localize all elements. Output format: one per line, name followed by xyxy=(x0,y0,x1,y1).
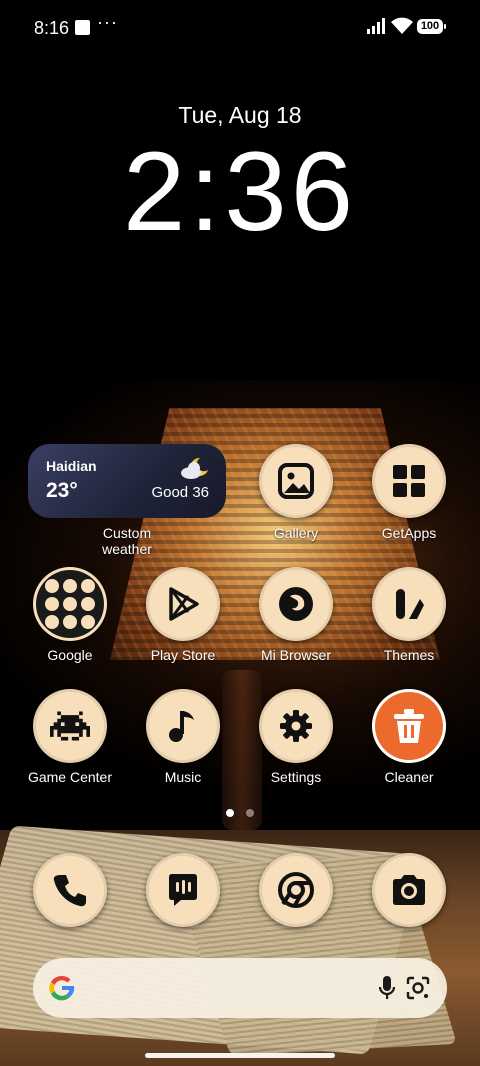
mi-browser-icon xyxy=(279,587,313,621)
settings-label: Settings xyxy=(270,769,322,785)
getapps-app[interactable] xyxy=(372,444,446,518)
messages-app[interactable] xyxy=(146,853,220,927)
space-invader-icon xyxy=(50,711,90,741)
play-store-app[interactable] xyxy=(146,567,220,641)
google-label: Google xyxy=(47,647,93,663)
google-lens-icon[interactable] xyxy=(405,975,431,1001)
music-app[interactable] xyxy=(146,689,220,763)
status-bar: 8:16 ··· 100 xyxy=(0,0,480,56)
gallery-app[interactable] xyxy=(259,444,333,518)
settings-app[interactable] xyxy=(259,689,333,763)
mi-browser-label: Mi Browser xyxy=(260,647,331,663)
home-indicator[interactable] xyxy=(145,1053,335,1058)
play-store-icon xyxy=(169,587,199,621)
google-logo-icon xyxy=(49,975,75,1001)
music-note-icon xyxy=(169,711,194,742)
weather-widget[interactable]: Haidian 23° Good 36 xyxy=(28,444,226,518)
themes-label: Themes xyxy=(383,647,435,663)
chrome-app[interactable] xyxy=(259,853,333,927)
play-store-label: Play Store xyxy=(150,647,216,663)
google-folder-grid-icon xyxy=(45,579,95,629)
weather-city: Haidian xyxy=(46,458,97,474)
google-folder[interactable] xyxy=(33,567,107,641)
game-center-app[interactable] xyxy=(33,689,107,763)
mi-browser-app[interactable] xyxy=(259,567,333,641)
game-center-label: Game Center xyxy=(27,769,113,785)
cleaner-label: Cleaner xyxy=(384,769,434,785)
phone-app[interactable] xyxy=(33,853,107,927)
clock-widget[interactable]: 2:36 xyxy=(0,132,480,252)
camera-icon xyxy=(393,875,425,905)
date-label[interactable]: Tue, Aug 18 xyxy=(0,102,480,129)
getapps-icon xyxy=(393,465,425,497)
weather-temperature: 23° xyxy=(46,479,78,502)
themes-icon xyxy=(396,589,424,619)
messages-icon xyxy=(169,874,197,906)
cleaner-app[interactable] xyxy=(372,689,446,763)
cloudy-night-icon xyxy=(181,457,208,479)
gallery-icon xyxy=(278,463,314,499)
notification-icon xyxy=(75,20,90,35)
wifi-icon xyxy=(391,17,413,34)
gear-icon xyxy=(280,710,312,742)
phone-icon xyxy=(53,875,86,907)
page-indicator[interactable] xyxy=(246,809,254,817)
battery-icon: 100 xyxy=(417,19,446,34)
signal-icon xyxy=(367,18,385,34)
music-label: Music xyxy=(164,769,202,785)
mic-icon[interactable] xyxy=(377,975,397,1001)
gallery-label: Gallery xyxy=(273,525,319,541)
page-indicator-active[interactable] xyxy=(226,809,234,817)
weather-widget-label: Custom weather xyxy=(102,525,152,557)
chrome-icon xyxy=(278,872,314,908)
more-notifications-icon: ··· xyxy=(97,12,118,32)
status-time: 8:16 xyxy=(34,18,70,38)
camera-app[interactable] xyxy=(372,853,446,927)
trash-icon xyxy=(394,709,424,743)
google-search-bar[interactable] xyxy=(33,958,447,1018)
getapps-label: GetApps xyxy=(381,525,437,541)
themes-app[interactable] xyxy=(372,567,446,641)
weather-air-quality: Good 36 xyxy=(151,484,209,501)
